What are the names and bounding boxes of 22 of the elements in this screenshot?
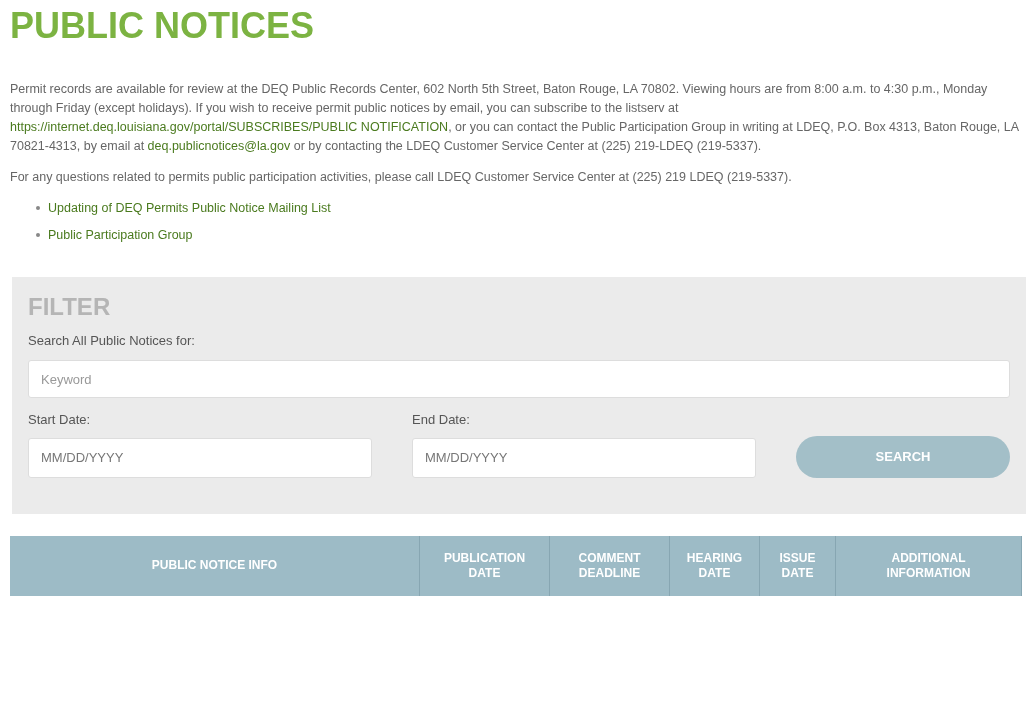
end-date-field[interactable]: MM/DD/YYYY bbox=[412, 437, 756, 478]
column-header[interactable]: HEARING DATE bbox=[670, 535, 760, 596]
bullet-icon bbox=[36, 233, 40, 238]
field-label: End Date: bbox=[412, 411, 471, 429]
page-title: PUBLIC NOTICES bbox=[9, 4, 315, 48]
bullet-icon bbox=[36, 206, 40, 211]
search-button[interactable]: SEARCH bbox=[796, 435, 1010, 478]
start-date-field[interactable]: MM/DD/YYYY bbox=[28, 437, 372, 478]
field-label: Search All Public Notices for: bbox=[28, 331, 196, 350]
field-label: Start Date: bbox=[28, 411, 92, 429]
link[interactable]: https://internet.deq.louisiana.gov/portal/SUBSCRIBES/PUBLIC NOTIFICATION bbox=[10, 120, 449, 134]
link[interactable]: Public Participation Group bbox=[48, 225, 193, 245]
link[interactable]: Updating of DEQ Permits Public Notice Mailing List bbox=[48, 199, 331, 218]
column-header[interactable]: PUBLIC NOTICE INFO bbox=[10, 535, 420, 596]
column-header[interactable]: PUBLICATION DATE bbox=[420, 535, 550, 596]
column-header[interactable]: ADDITIONAL INFORMATION bbox=[836, 535, 1022, 596]
link[interactable]: deq.publicnotices@la.gov bbox=[147, 139, 291, 153]
column-header[interactable]: ISSUE DATE bbox=[760, 535, 836, 596]
keyword-field[interactable]: Keyword bbox=[28, 360, 1010, 398]
column-header[interactable]: COMMENT DEADLINE bbox=[550, 535, 670, 596]
paragraph: Permit records are available for review at the DEQ Public Records Center, 602 North 5th Street, Baton Rouge, LA 70802. Viewing hours are from 8:00 a.m. to 4:30 p.m., Monday through Friday (except holidays). If you wish to receive permit public notices by email, you can subscribe to the listserv at https://internet.deq.louisiana.gov/portal/SUBSCRIBES/PUBLIC NOTIFICATION, or you can contact the Public Participation Group in writing at LDEQ, P.O. Box 4313, Baton Rouge, LA 70821-4313, by email at deq.publicnotices@la.gov or by contacting the LDEQ Customer Service Center at (225) 219-LDEQ (219-5337). bbox=[10, 81, 1020, 155]
paragraph: For any questions related to permits public participation activities, please call LDEQ Customer Service Center at (225) 219 LDEQ (219-5337). bbox=[10, 169, 793, 186]
